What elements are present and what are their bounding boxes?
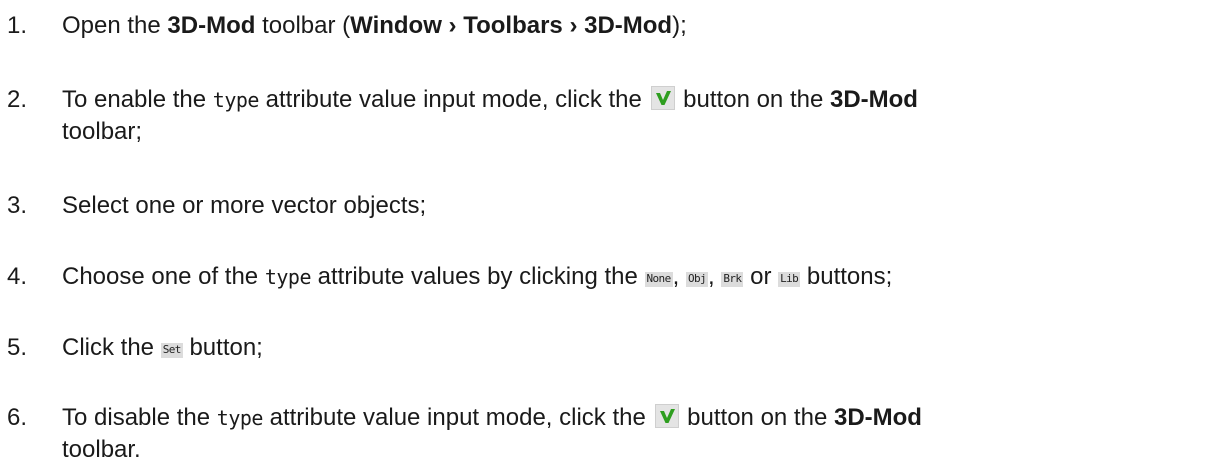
step-number: 5. [7, 334, 28, 361]
menu-path: Window › Toolbars › 3D-Mod [350, 12, 673, 39]
obj-button[interactable]: Obj [685, 272, 709, 287]
step-number: 2. [7, 86, 28, 113]
step-text: Click the Set button; [62, 334, 263, 361]
toolbar-name: 3D-Mod [829, 86, 918, 113]
code-type: type [216, 406, 264, 430]
lib-button[interactable]: Lib [778, 272, 801, 287]
toolbar-name: 3D-Mod [167, 12, 256, 39]
step-text: Select one or more vector objects; [62, 192, 427, 219]
toolbar-name: 3D-Mod [833, 404, 922, 431]
step-number: 4. [7, 263, 28, 290]
step-text: Choose one of the type attribute values … [62, 263, 893, 290]
step-text: To enable the type attribute value input… [62, 86, 918, 145]
checkmark-icon [659, 409, 675, 423]
check-button[interactable] [650, 86, 675, 110]
none-button[interactable]: None [644, 272, 673, 287]
step-number: 3. [7, 192, 28, 219]
checkmark-icon [655, 91, 671, 105]
instruction-list: 1. Open the 3D-Mod toolbar (Window › Too… [0, 0, 1232, 473]
code-type: type [212, 88, 260, 112]
step-text: Open the 3D-Mod toolbar (Window › Toolba… [62, 12, 687, 39]
set-button[interactable]: Set [160, 343, 183, 358]
step-number: 1. [7, 12, 28, 39]
step-number: 6. [7, 404, 28, 431]
step-text: To disable the type attribute value inpu… [62, 404, 922, 463]
check-button[interactable] [654, 404, 679, 428]
brk-button[interactable]: Brk [721, 272, 744, 287]
code-type: type [264, 265, 312, 289]
